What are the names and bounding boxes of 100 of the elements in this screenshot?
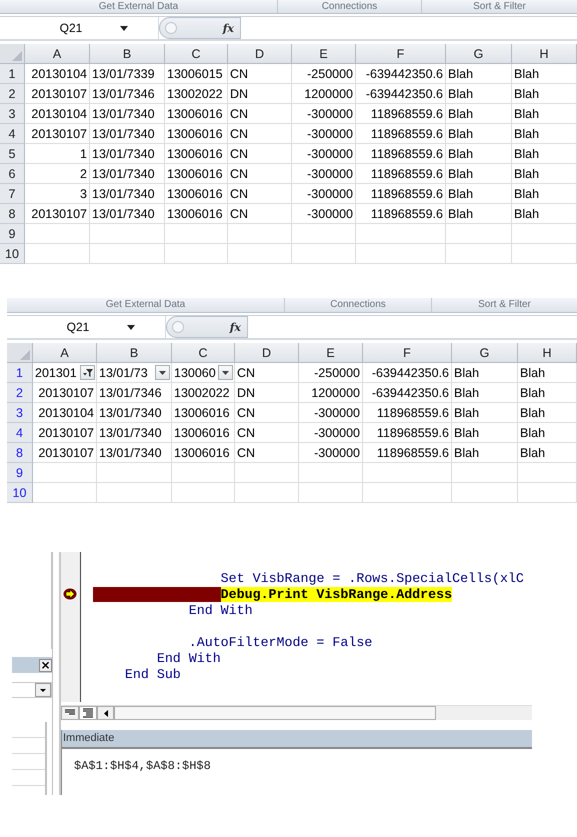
column-header[interactable]: C [172, 343, 235, 363]
ribbon-group-label: Sort & Filter [473, 1, 526, 12]
table-cell: Blah [452, 443, 518, 463]
row-header[interactable]: 5 [0, 144, 25, 164]
row-header[interactable]: 6 [0, 164, 25, 184]
row-header[interactable]: 2 [7, 383, 33, 403]
horizontal-scrollbar[interactable] [114, 706, 436, 720]
column-header[interactable]: D [235, 343, 299, 363]
table-cell: 118968559.6 [363, 423, 452, 443]
table-cell: -300000 [299, 423, 363, 443]
scroll-left-button[interactable] [97, 706, 114, 720]
table-cell: -300000 [292, 144, 356, 164]
row-header[interactable]: 8 [0, 204, 25, 224]
table-cell: Blah [446, 84, 512, 104]
table-cell: 118968559.6 [363, 403, 452, 423]
filter-button[interactable] [218, 365, 233, 380]
table-cell [512, 244, 577, 264]
row-header[interactable]: 2 [0, 84, 25, 104]
table-cell: 13006016 [165, 104, 228, 124]
code-line: End With [156, 650, 221, 666]
table-cell: 118968559.6 [356, 204, 446, 224]
column-header[interactable]: F [356, 44, 446, 64]
table-cell: CN [228, 104, 292, 124]
resize-handle[interactable] [165, 22, 177, 34]
table-cell: -300000 [292, 104, 356, 124]
column-header[interactable]: A [33, 343, 97, 363]
row-header[interactable]: 1 [7, 363, 33, 383]
module-view-button[interactable] [79, 706, 97, 720]
table-cell: 118968559.6 [356, 124, 446, 144]
table-cell: Blah [446, 204, 512, 224]
table-cell: 201301 [35, 366, 77, 380]
table-cell: -300000 [299, 403, 363, 423]
table-cell: Blah [512, 64, 577, 84]
row-header[interactable]: 3 [0, 104, 25, 124]
table-cell: Blah [446, 184, 512, 204]
table-cell: 13/01/7340 [97, 403, 172, 423]
caret-icon [159, 370, 166, 374]
table-cell: Blah [518, 443, 577, 463]
column-header[interactable]: G [446, 44, 512, 64]
row-header[interactable]: 8 [7, 443, 33, 463]
column-header[interactable]: G [452, 343, 518, 363]
row-header[interactable]: 4 [7, 423, 33, 443]
table-cell: 20130104 [25, 64, 90, 84]
column-header[interactable]: H [512, 44, 577, 64]
table-cell: 1200000 [292, 84, 356, 104]
object-dropdown[interactable] [12, 682, 52, 698]
row-header[interactable]: 7 [0, 184, 25, 204]
row-header[interactable]: 4 [0, 124, 25, 144]
resize-handle[interactable] [172, 321, 184, 333]
row-header[interactable]: 1 [0, 64, 25, 84]
table-cell: Blah [452, 423, 518, 443]
table-cell [452, 463, 518, 483]
column-header[interactable]: E [299, 343, 363, 363]
column-header[interactable]: E [292, 44, 356, 64]
table-cell [518, 463, 577, 483]
procedure-view-button[interactable] [61, 706, 79, 720]
table-cell: Blah [512, 144, 577, 164]
table-cell [33, 463, 97, 483]
table-cell [172, 483, 235, 503]
table-cell: 20130107 [33, 443, 97, 463]
select-all-button[interactable] [0, 44, 25, 64]
insert-function-button[interactable]: fx [230, 320, 241, 334]
table-cell: DN [228, 84, 292, 104]
row-header[interactable]: 9 [7, 463, 33, 483]
table-cell: 13006016 [165, 124, 228, 144]
ribbon-group-label: Connections [322, 1, 378, 12]
table-cell: 13006015 [165, 64, 228, 84]
name-box[interactable]: Q21 [7, 316, 166, 338]
ribbon-group-label: Get External Data [106, 299, 186, 310]
table-cell: -639442350.6 [363, 383, 452, 403]
table-cell [299, 483, 363, 503]
table-cell: CN [235, 403, 299, 423]
table-cell: CN [228, 64, 292, 84]
lines-icon [82, 708, 94, 718]
caret-icon [120, 26, 128, 30]
close-button[interactable]: × [39, 658, 52, 672]
table-cell: 1 [25, 144, 90, 164]
table-cell: CN [228, 204, 292, 224]
column-header[interactable]: H [518, 343, 577, 363]
column-header[interactable]: B [90, 44, 165, 64]
row-header[interactable]: 3 [7, 403, 33, 423]
name-box[interactable]: Q21 [0, 17, 159, 39]
row-header[interactable]: 10 [7, 483, 33, 503]
column-header[interactable]: A [25, 44, 90, 64]
code-line: End With [188, 602, 253, 618]
column-header[interactable]: F [363, 343, 452, 363]
row-header[interactable]: 10 [0, 244, 25, 264]
filter-button[interactable] [155, 365, 170, 380]
column-header[interactable]: B [97, 343, 172, 363]
table-cell [446, 224, 512, 244]
insert-function-button[interactable]: fx [222, 22, 234, 34]
row-header[interactable]: 9 [0, 224, 25, 244]
table-cell: 130060 [174, 366, 216, 380]
column-header[interactable]: C [165, 44, 228, 64]
filter-button[interactable] [80, 365, 95, 380]
table-cell: 13006016 [172, 443, 235, 463]
column-header[interactable]: D [228, 44, 292, 64]
table-cell [25, 224, 90, 244]
table-cell: 13/01/7340 [97, 423, 172, 443]
select-all-button[interactable] [7, 343, 33, 363]
